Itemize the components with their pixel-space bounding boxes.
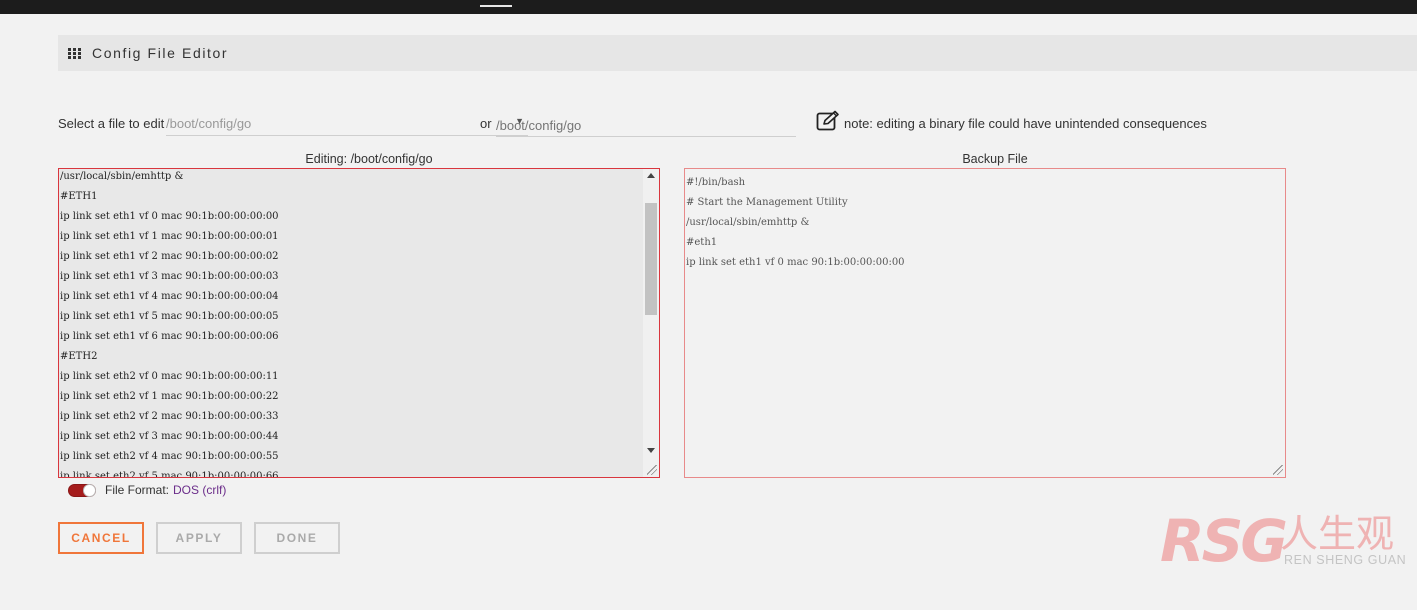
page-title: Config File Editor xyxy=(92,45,229,61)
code-line: ip link set eth1 vf 6 mac 90:1b:00:00:00… xyxy=(60,331,279,342)
backup-file-textarea[interactable]: #!/bin/bash # Start the Management Utilit… xyxy=(684,168,1286,478)
file-select-label: Select a file to edit xyxy=(58,116,165,131)
code-line: #ETH1 xyxy=(60,191,98,202)
resize-grip-icon[interactable] xyxy=(1273,465,1283,475)
watermark-pinyin: REN SHENG GUAN xyxy=(1284,553,1406,567)
page-title-bar: Config File Editor xyxy=(58,35,1417,71)
code-line: ip link set eth1 vf 2 mac 90:1b:00:00:00… xyxy=(60,251,279,262)
code-line: ip link set eth2 vf 0 mac 90:1b:00:00:00… xyxy=(60,371,279,382)
scrollbar-thumb[interactable] xyxy=(645,203,657,315)
apply-button[interactable]: APPLY xyxy=(156,522,242,554)
binary-file-note: note: editing a binary file could have u… xyxy=(816,110,1207,132)
config-editor-textarea[interactable]: /usr/local/sbin/emhttp & #ETH1 ip link set… xyxy=(58,168,660,478)
code-line: # Start the Management Utility xyxy=(686,197,848,208)
editor-label: Editing: /boot/config/go xyxy=(305,152,433,166)
code-line: ip link set eth1 vf 3 mac 90:1b:00:00:00… xyxy=(60,271,279,282)
scroll-down-icon[interactable] xyxy=(647,448,655,453)
code-line: #eth1 xyxy=(686,237,718,248)
file-path-input[interactable] xyxy=(496,106,796,137)
watermark-logo: RSG 人生观 REN SHENG GUAN xyxy=(1160,507,1406,571)
file-format-label: File Format: xyxy=(105,483,170,497)
file-select-row: Select a file to edit /boot/config/go ▼ … xyxy=(58,106,1258,138)
editor-scrollbar[interactable] xyxy=(643,169,659,477)
watermark-brand: RSG xyxy=(1160,507,1286,571)
code-line: /usr/local/sbin/emhttp & xyxy=(60,171,184,182)
file-select-dropdown[interactable]: /boot/config/go ▼ xyxy=(166,106,528,136)
edit-icon xyxy=(816,110,839,131)
code-line: ip link set eth1 vf 0 mac 90:1b:00:00:00… xyxy=(60,211,279,222)
grid-icon xyxy=(68,47,81,59)
code-line: #ETH2 xyxy=(60,351,98,362)
done-button[interactable]: DONE xyxy=(254,522,340,554)
code-line: /usr/local/sbin/emhttp & xyxy=(686,217,810,228)
file-select-value: /boot/config/go xyxy=(166,116,252,131)
code-line: ip link set eth2 vf 3 mac 90:1b:00:00:00… xyxy=(60,431,279,442)
code-line: ip link set eth1 vf 0 mac 90:1b:00:00:00… xyxy=(686,257,905,268)
note-text: note: editing a binary file could have u… xyxy=(844,115,1207,131)
code-line: ip link set eth1 vf 1 mac 90:1b:00:00:00… xyxy=(60,231,279,242)
code-line: #!/bin/bash xyxy=(686,177,746,188)
file-format-toggle[interactable] xyxy=(68,483,96,497)
backup-content: #!/bin/bash # Start the Management Utilit… xyxy=(686,173,1266,273)
editor-content: /usr/local/sbin/emhttp & #ETH1 ip link set… xyxy=(60,169,640,478)
toggle-knob xyxy=(83,483,96,497)
code-line: ip link set eth1 vf 4 mac 90:1b:00:00:00… xyxy=(60,291,279,302)
top-nav-bar xyxy=(0,0,1417,14)
scroll-up-icon[interactable] xyxy=(647,173,655,178)
or-label: or xyxy=(480,116,492,131)
code-line: ip link set eth2 vf 1 mac 90:1b:00:00:00… xyxy=(60,391,279,402)
code-line: ip link set eth2 vf 2 mac 90:1b:00:00:00… xyxy=(60,411,279,422)
resize-grip-icon[interactable] xyxy=(647,465,657,475)
code-line: ip link set eth2 vf 5 mac 90:1b:00:00:00… xyxy=(60,471,279,478)
code-line: ip link set eth2 vf 4 mac 90:1b:00:00:00… xyxy=(60,451,279,462)
file-format-row: File Format: DOS (crlf) xyxy=(68,483,226,497)
cancel-button[interactable]: CANCEL xyxy=(58,522,144,554)
watermark-chinese: 人生观 xyxy=(1280,512,1394,556)
code-line: ip link set eth1 vf 5 mac 90:1b:00:00:00… xyxy=(60,311,279,322)
file-format-value: DOS (crlf) xyxy=(173,483,227,497)
active-tab-indicator xyxy=(480,5,512,7)
backup-label: Backup File xyxy=(962,152,1028,166)
